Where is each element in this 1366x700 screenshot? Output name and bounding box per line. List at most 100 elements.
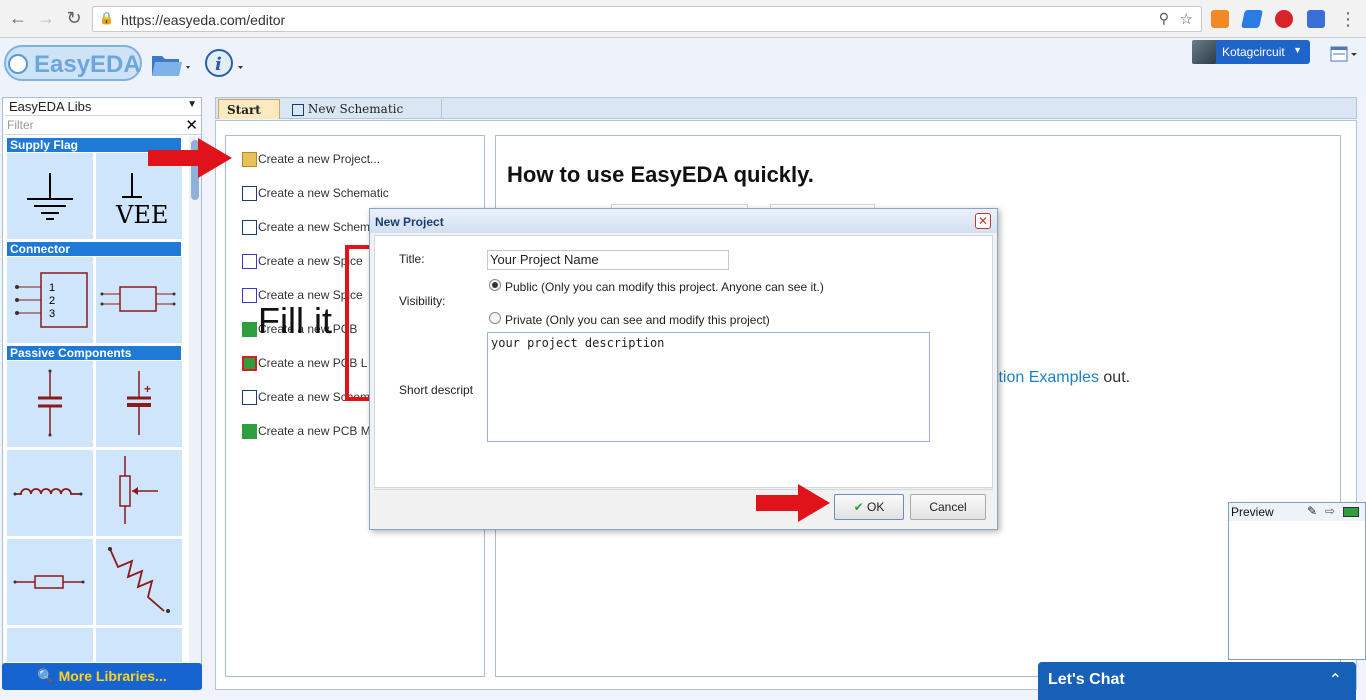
start-item-label: Create a new Schematic	[258, 186, 389, 200]
potentiometer-icon	[119, 456, 158, 524]
tab-new-schematic[interactable]: New Schematic	[284, 99, 442, 119]
svg-text:i: i	[215, 54, 222, 75]
bookmark-star-icon[interactable]: ☆	[1180, 10, 1193, 28]
capacitor-icon	[38, 369, 62, 437]
pencil-icon[interactable]: ✎	[1307, 504, 1317, 518]
key-icon[interactable]: ⚲	[1159, 10, 1169, 27]
logo-text: EasyEDA	[34, 51, 141, 78]
public-radio[interactable]	[489, 279, 501, 291]
folder-icon	[242, 152, 257, 168]
fill-it-annotation: Fill it	[258, 300, 332, 341]
private-radio-label: Private (Only you can see and modify thi…	[505, 313, 770, 327]
extension-chart-icon[interactable]	[1211, 10, 1229, 28]
inductor-symbol[interactable]	[7, 450, 93, 536]
category-connector: Connector	[7, 242, 181, 256]
extension-screen-icon[interactable]	[1307, 10, 1325, 28]
capacitor-symbol[interactable]	[7, 361, 93, 447]
checkmark-icon: ✔	[853, 500, 864, 514]
layout-menu-icon[interactable]	[1330, 44, 1358, 64]
preview-title: Preview	[1231, 505, 1274, 519]
spice-icon	[242, 288, 257, 304]
project-title-input[interactable]: Your Project Name	[487, 250, 729, 270]
red-arrow-ok	[756, 484, 830, 522]
library-scrollbar[interactable]	[189, 136, 201, 691]
lock-icon: 🔒	[99, 11, 114, 25]
simulation-examples-text: lation Examples out.	[986, 369, 1130, 387]
polarized-capacitor-symbol[interactable]: +	[96, 361, 182, 447]
inductor-icon	[13, 488, 83, 496]
close-icon[interactable]: ✕	[975, 213, 991, 229]
potentiometer-symbol[interactable]	[96, 450, 182, 536]
schematic-icon	[242, 220, 257, 236]
app-header: EasyEDA i Kotagcircuit ▼	[0, 38, 1366, 96]
lib-cell-partial[interactable]	[96, 628, 182, 662]
filter-placeholder: Filter	[7, 118, 34, 132]
chrome-menu-icon[interactable]: ⋮	[1336, 7, 1360, 31]
zigzag-resistor-icon	[108, 547, 170, 613]
create-schematic-module-link[interactable]: Create a new Schem	[242, 220, 370, 238]
document-tabbar: Start New Schematic	[215, 97, 1357, 119]
lib-cell-partial[interactable]	[7, 628, 93, 662]
link-tail: out.	[1098, 369, 1131, 386]
connector-4pin-symbol[interactable]	[96, 257, 182, 343]
address-bar[interactable]: 🔒 https://easyeda.com/editor ⚲ ☆	[92, 6, 1202, 32]
connector-icon: 1 2 3	[15, 272, 88, 328]
start-item-label: Create a new Schem	[258, 220, 371, 234]
pinterest-icon[interactable]	[1275, 10, 1293, 28]
pcb-lib-icon	[242, 356, 257, 372]
dialog-title: New Project	[375, 215, 444, 229]
tab-new-schematic-label: New Schematic	[307, 102, 404, 116]
svg-text:1: 1	[49, 282, 55, 294]
short-description-textarea[interactable]: your project description	[487, 332, 930, 442]
dialog-body: Title: Your Project Name Visibility: Pub…	[374, 235, 993, 488]
reload-icon[interactable]: ↻	[62, 6, 86, 30]
more-libraries-button[interactable]: 🔍 More Libraries...	[2, 663, 202, 690]
info-help-menu-button[interactable]: i	[204, 48, 248, 80]
schematic-icon	[292, 103, 304, 116]
schematic-icon	[242, 390, 257, 406]
resistor-symbol[interactable]	[7, 539, 93, 625]
extension-blue-icon[interactable]	[1241, 10, 1263, 28]
create-project-link[interactable]: Create a new Project...	[242, 152, 380, 170]
ok-label: OK	[867, 500, 885, 514]
resistor-icon	[13, 575, 85, 589]
svg-text:3: 3	[49, 308, 55, 320]
connector-3pin-symbol[interactable]: 1 2 3	[7, 257, 93, 343]
polarized-capacitor-icon: +	[127, 371, 151, 435]
library-panel: EasyEDA Libs ▼ Filter ✕ Supply Flag VEE …	[2, 97, 202, 691]
user-menu-button[interactable]: Kotagcircuit ▼	[1192, 40, 1310, 64]
chevron-up-icon[interactable]: ⌃	[1329, 670, 1342, 690]
category-passive-components: Passive Components	[7, 346, 181, 360]
tab-start[interactable]: Start	[218, 99, 280, 119]
simulation-examples-link[interactable]: lation Examples	[986, 369, 1099, 386]
back-arrow-icon[interactable]: ←	[6, 6, 30, 30]
variable-resistor-symbol[interactable]	[96, 539, 182, 625]
chevron-down-icon: ▼	[187, 99, 197, 110]
battery-icon[interactable]	[1343, 507, 1359, 517]
close-icon[interactable]: ✕	[185, 116, 198, 134]
dialog-footer: ✔ OK Cancel	[374, 489, 993, 525]
cancel-button[interactable]: Cancel	[910, 494, 986, 520]
vee-label: VEE	[115, 201, 168, 229]
ground-icon	[27, 173, 73, 220]
start-item-label: Create a new PCB M	[258, 424, 371, 438]
forward-arrow-icon[interactable]: →	[34, 6, 58, 30]
new-project-dialog: New Project ✕ Title: Your Project Name V…	[369, 208, 998, 530]
how-title: How to use EasyEDA quickly.	[507, 162, 814, 187]
create-schematic-link[interactable]: Create a new Schematic	[242, 186, 389, 204]
private-radio[interactable]	[489, 312, 501, 324]
dialog-titlebar[interactable]: New Project ✕	[370, 209, 997, 233]
lets-chat-widget[interactable]: Let's Chat ⌃	[1038, 662, 1356, 700]
library-filter-input[interactable]: Filter ✕	[5, 117, 201, 135]
connector-dual-icon	[100, 286, 176, 312]
library-select[interactable]: EasyEDA Libs ▼	[5, 98, 201, 116]
create-pcb-module-link[interactable]: Create a new PCB M	[242, 424, 371, 442]
avatar	[1192, 40, 1216, 64]
open-file-menu-button[interactable]	[150, 48, 196, 80]
more-libraries-label: More Libraries...	[58, 668, 167, 684]
open-arrow-icon[interactable]: ⇨	[1325, 504, 1335, 518]
visibility-label: Visibility:	[399, 294, 446, 308]
ok-button[interactable]: ✔ OK	[834, 494, 904, 520]
ground-symbol[interactable]	[7, 153, 93, 239]
caret-down-icon: ▼	[1293, 45, 1302, 55]
